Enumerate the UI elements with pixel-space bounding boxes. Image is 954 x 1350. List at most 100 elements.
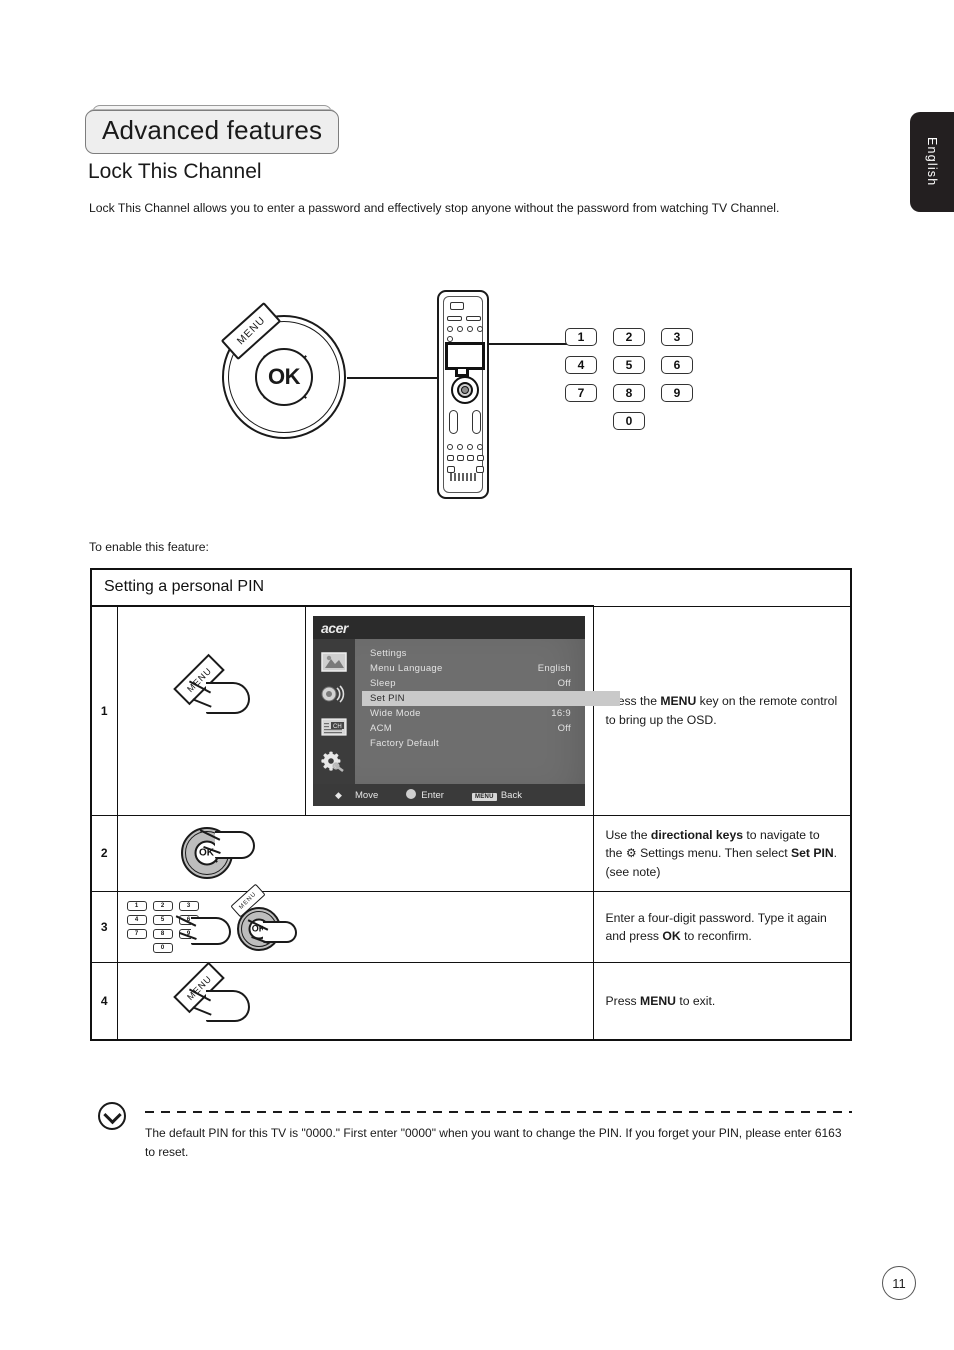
- chapter-title: Advanced features: [85, 105, 340, 154]
- key-7: 7: [565, 384, 597, 402]
- menu-press-icon: MENU: [166, 961, 256, 1030]
- remote-key: [457, 444, 463, 450]
- enable-feature-text: To enable this feature:: [89, 540, 209, 554]
- key-5: 5: [613, 356, 645, 374]
- osd-item-label: Wide Mode: [370, 708, 421, 719]
- step-1-illustration: MENU: [116, 605, 306, 816]
- osd-footer-enter: Enter: [406, 789, 444, 801]
- dpad-arrows-icon: ◆: [335, 789, 342, 800]
- table-header-label: Setting a personal PIN: [91, 569, 593, 607]
- osd-item-value: 16:9: [551, 708, 571, 719]
- ok-circle-icon: [406, 789, 417, 799]
- osd-item-wide-mode[interactable]: Wide Mode 16:9: [368, 706, 577, 721]
- step-number: 3: [90, 890, 118, 963]
- remote-control-diagram: OK MENU 1 2 3 4 5 6 7 8 9 0: [0, 270, 954, 525]
- step-1-text: Press the MENU key on the remote control…: [592, 605, 852, 816]
- keypad-callout: 1 2 3 4 5 6 7 8 9 0: [565, 328, 693, 440]
- osd-item-acm[interactable]: ACM Off: [368, 721, 577, 736]
- table-row: 3 1 2 3 4 5 6 7 8 9 0 OK MENU Enter a fo…: [90, 883, 852, 963]
- remote-key: [447, 455, 454, 461]
- osd-item-set-pin[interactable]: Set PIN: [362, 691, 620, 706]
- channel-icon: CH: [320, 716, 348, 738]
- remote-key: [472, 410, 481, 434]
- remote-navpad: [451, 376, 479, 404]
- note-text: The default PIN for this TV is "0000." F…: [145, 1126, 842, 1159]
- key-6: 6: [661, 356, 693, 374]
- step-4-illustration: MENU: [116, 961, 594, 1041]
- page-title: Lock This Channel: [88, 160, 262, 183]
- step-number: 2: [90, 815, 118, 892]
- osd-item-value: Off: [557, 678, 571, 689]
- remote-key: [447, 316, 462, 321]
- step-2-illustration: OK: [116, 815, 594, 892]
- chapter-title-label: Advanced features: [102, 115, 323, 145]
- hand-icon: [206, 989, 250, 1022]
- osd-item-label: Menu Language: [370, 663, 443, 674]
- intro-paragraph: Lock This Channel allows you to enter a …: [89, 201, 780, 215]
- dpad-press-icon: OK MENU: [229, 883, 297, 951]
- osd-menu-title: Settings: [368, 646, 577, 661]
- remote-key: [447, 466, 455, 473]
- key-4: 4: [126, 914, 147, 925]
- key-1: 1: [126, 900, 147, 911]
- osd-item-sleep[interactable]: Sleep Off: [368, 676, 577, 691]
- hand-icon: [206, 682, 250, 714]
- sound-icon: [320, 683, 348, 705]
- table-row: 4 MENU Press MENU to exit.: [90, 961, 852, 1041]
- page-number-badge: 11: [882, 1266, 916, 1300]
- key-2: 2: [613, 328, 645, 346]
- osd-item-value: English: [537, 663, 571, 674]
- hand-icon: [190, 916, 231, 945]
- key-9: 9: [661, 384, 693, 402]
- remote-key: [466, 316, 481, 321]
- key-3: 3: [178, 900, 199, 911]
- table-header-row: Setting a personal PIN: [91, 569, 851, 607]
- remote-key: [467, 444, 473, 450]
- leader-line-keypad: [487, 343, 567, 345]
- key-1: 1: [565, 328, 597, 346]
- osd-item-menu-language[interactable]: Menu Language English: [368, 661, 577, 676]
- osd-item-label: Set PIN: [370, 693, 405, 704]
- hand-icon: [262, 920, 297, 943]
- step-3-illustration: 1 2 3 4 5 6 7 8 9 0 OK MENU: [116, 883, 594, 963]
- remote-key: [447, 444, 453, 450]
- keypad-press-icon: 1 2 3 4 5 6 7 8 9 0: [126, 900, 199, 957]
- remote-key: [457, 455, 464, 461]
- remote-key: [477, 444, 483, 450]
- key-2: 2: [152, 900, 173, 911]
- picture-icon: [320, 651, 348, 673]
- ok-button-illustration: OK: [255, 348, 313, 406]
- remote-illustration: [437, 290, 489, 499]
- osd-menu-list: Settings Menu Language English Sleep Off…: [362, 646, 620, 751]
- step-4-text: Press MENU to exit.: [592, 961, 852, 1041]
- key-5: 5: [152, 914, 173, 925]
- osd-screenshot: acer CH Settings Menu Language English S…: [304, 605, 620, 816]
- key-3: 3: [661, 328, 693, 346]
- language-tab-label: English: [925, 137, 939, 187]
- remote-key: [476, 466, 484, 473]
- step-number: 1: [90, 605, 118, 816]
- acer-logo-icon: [450, 473, 478, 481]
- remote-key: [457, 326, 463, 332]
- step-2-text: Use the directional keys to navigate to …: [592, 815, 852, 892]
- step-3-text: Enter a four-digit password. Type it aga…: [592, 890, 852, 963]
- osd-sidebar: CH: [313, 639, 355, 806]
- osd-item-label: Sleep: [370, 678, 396, 689]
- osd-footer-back: MENU Back: [471, 790, 522, 801]
- osd-menu-title-label: Settings: [370, 648, 407, 659]
- hand-icon: [214, 831, 255, 860]
- key-0: 0: [613, 412, 645, 430]
- remote-key: [467, 455, 474, 461]
- note-divider: [145, 1111, 852, 1113]
- step-number: 4: [90, 961, 118, 1041]
- key-7: 7: [126, 928, 147, 939]
- key-8: 8: [152, 928, 173, 939]
- remote-key: [450, 302, 464, 310]
- osd-item-value: Off: [557, 723, 571, 734]
- steps-table: Setting a personal PIN 1 MENU acer CH Se…: [90, 568, 852, 1041]
- keypad-highlight-box: [445, 342, 485, 370]
- osd-item-label: Factory Default: [370, 738, 439, 749]
- key-4: 4: [565, 356, 597, 374]
- settings-gear-icon: [320, 751, 348, 773]
- osd-item-factory-default[interactable]: Factory Default: [368, 736, 577, 751]
